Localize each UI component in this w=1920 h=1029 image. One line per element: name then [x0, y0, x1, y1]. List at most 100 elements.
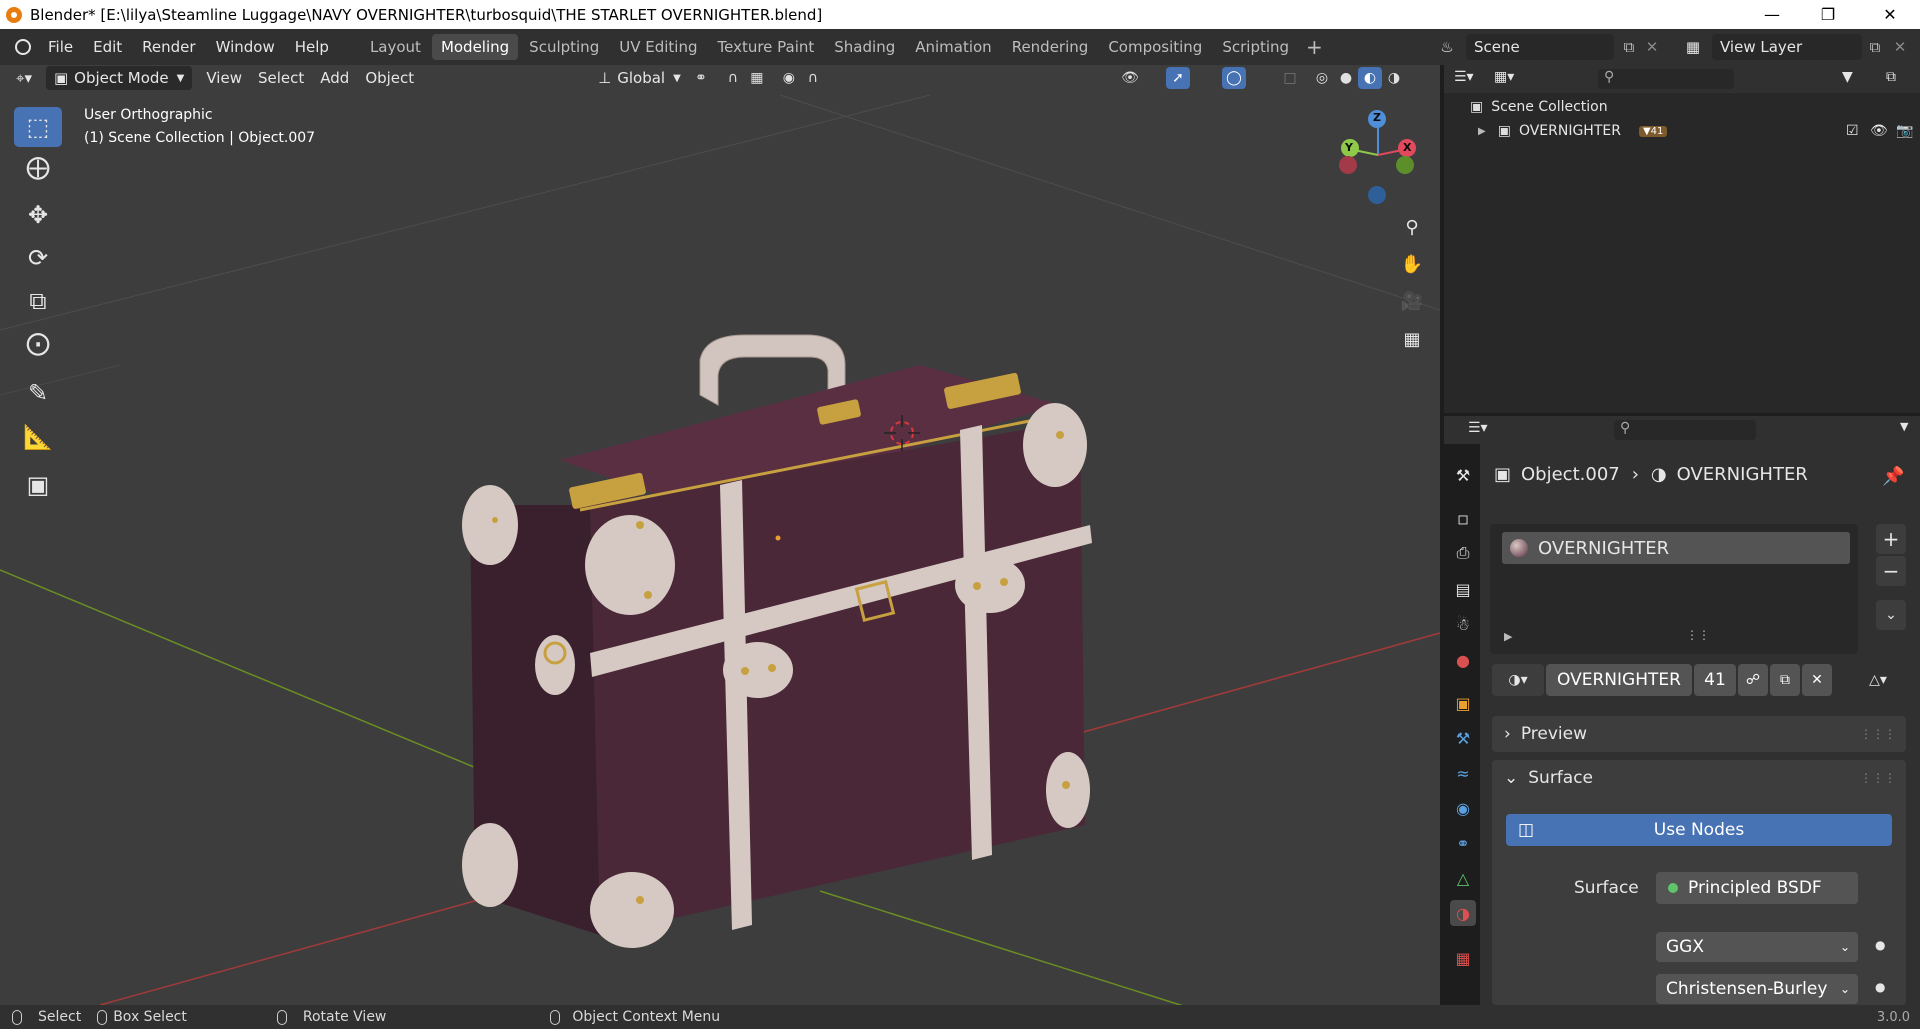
drag-handle-icon[interactable]: ⋮⋮⋮ — [1860, 727, 1896, 741]
properties-search-input[interactable]: ⚲ — [1614, 420, 1756, 440]
scene-name-field[interactable]: Scene — [1466, 34, 1614, 60]
menu-object[interactable]: Object — [357, 66, 422, 90]
tab-uv-editing[interactable]: UV Editing — [610, 34, 706, 60]
3d-viewport[interactable]: Z Y X ⌖▾ ▣ Object Mode ▼ View Select Add… — [0, 65, 1440, 1005]
minimize-button[interactable]: — — [1744, 0, 1800, 29]
view-layer-tab-icon[interactable]: ▤ — [1450, 576, 1476, 602]
subsurface-method-dropdown[interactable]: Christensen-Burley ⌄ — [1656, 974, 1858, 1004]
object-tab-icon[interactable]: ▣ — [1450, 690, 1476, 716]
material-name-field[interactable]: OVERNIGHTER — [1546, 664, 1692, 696]
view-layer-icon[interactable]: ▦ — [1676, 34, 1710, 60]
material-tab-icon[interactable]: ◑ — [1450, 900, 1476, 926]
restore-button[interactable]: ❐ — [1800, 0, 1856, 29]
tool-tab-icon[interactable]: ⚒ — [1450, 462, 1476, 488]
pivot-point-icon[interactable]: ⚭ — [689, 67, 713, 89]
tab-layout[interactable]: Layout — [361, 34, 430, 60]
view-layer-field[interactable]: View Layer — [1712, 34, 1862, 60]
menu-add[interactable]: Add — [312, 66, 357, 90]
scene-selector-icon[interactable]: ♨ — [1430, 34, 1464, 60]
camera-view-icon[interactable]: 🎥 — [1396, 285, 1428, 317]
outliner-row-overnighter[interactable]: ▶ ▣ OVERNIGHTER ▼41 ☑ 👁 📷 — [1444, 119, 1920, 143]
overlay-toggle-icon[interactable]: ◯ — [1222, 67, 1246, 89]
include-checkbox[interactable]: ☑ — [1846, 123, 1859, 139]
rendered-shading-icon[interactable]: ◑ — [1382, 67, 1406, 89]
resize-handle-icon[interactable]: ⋮⋮ — [1686, 628, 1710, 642]
material-preview-icon[interactable]: ◐ — [1358, 67, 1382, 89]
chevron-down-icon[interactable]: ▼ — [1900, 420, 1908, 433]
proportional-edit-icon[interactable]: ◉ — [777, 67, 801, 89]
unlink-material-icon[interactable]: ✕ — [1802, 664, 1832, 696]
surface-shader-selector[interactable]: Principled BSDF — [1656, 872, 1858, 904]
measure-tool[interactable]: 📐 — [14, 417, 62, 457]
tab-compositing[interactable]: Compositing — [1099, 34, 1211, 60]
tab-sculpting[interactable]: Sculpting — [520, 34, 608, 60]
preview-panel-header[interactable]: › Preview ⋮⋮⋮ — [1492, 716, 1906, 752]
menu-render[interactable]: Render — [132, 38, 205, 56]
output-tab-icon[interactable]: ⎙ — [1450, 540, 1476, 566]
close-button[interactable]: ✕ — [1862, 0, 1918, 29]
expand-arrow-icon[interactable]: ▶ — [1504, 630, 1512, 643]
particles-tab-icon[interactable]: ≈ — [1450, 760, 1476, 786]
socket-dot-icon[interactable]: ● — [1875, 980, 1885, 994]
falloff-icon[interactable]: ∩ — [801, 67, 825, 89]
menu-help[interactable]: Help — [285, 38, 339, 56]
move-tool[interactable]: ✥ — [14, 195, 62, 235]
new-collection-icon[interactable]: ⧉ — [1886, 69, 1910, 89]
mode-selector[interactable]: ▣ Object Mode ▼ — [45, 66, 193, 90]
select-box-tool[interactable]: ⬚ — [14, 107, 62, 147]
material-users-count[interactable]: 41 — [1694, 664, 1736, 696]
menu-edit[interactable]: Edit — [83, 38, 132, 56]
remove-slot-button[interactable]: − — [1876, 556, 1906, 586]
blender-menu-icon[interactable] — [8, 39, 38, 55]
duplicate-material-icon[interactable]: ⧉ — [1770, 664, 1800, 696]
xray-toggle-icon[interactable]: □ — [1278, 67, 1302, 89]
pin-icon[interactable]: 📌 — [1882, 466, 1904, 487]
tab-rendering[interactable]: Rendering — [1003, 34, 1098, 60]
material-slot-item[interactable]: OVERNIGHTER — [1502, 532, 1850, 564]
add-cube-tool[interactable]: ▣ — [14, 465, 62, 505]
display-mode-icon[interactable]: ▦▾ — [1494, 69, 1524, 89]
rotate-tool[interactable]: ⟳ — [14, 238, 62, 278]
filter-icon[interactable]: ▼ — [1842, 69, 1876, 89]
render-tab-icon[interactable]: ◽ — [1450, 505, 1476, 531]
browse-material-button[interactable]: ◑▾ — [1492, 664, 1544, 696]
wireframe-shading-icon[interactable]: ◎ — [1310, 67, 1334, 89]
link-data-icon[interactable]: △▾ — [1850, 664, 1906, 696]
menu-view[interactable]: View — [198, 66, 250, 90]
tab-modeling[interactable]: Modeling — [431, 34, 519, 60]
zoom-icon[interactable]: ⚲ — [1396, 211, 1428, 243]
menu-file[interactable]: File — [38, 38, 83, 56]
data-tab-icon[interactable]: △ — [1450, 865, 1476, 891]
menu-window[interactable]: Window — [206, 38, 285, 56]
snap-icon[interactable]: ∩ — [721, 67, 745, 89]
delete-scene-icon[interactable]: ✕ — [1642, 34, 1662, 60]
gizmo-toggle-icon[interactable]: ➚ — [1166, 67, 1190, 89]
texture-tab-icon[interactable]: ▦ — [1450, 945, 1476, 971]
pan-hand-icon[interactable]: ✋ — [1396, 248, 1428, 280]
eye-icon[interactable]: 👁 — [1870, 123, 1888, 139]
scale-tool[interactable]: ⧉ — [14, 281, 62, 321]
delete-view-layer-icon[interactable]: ✕ — [1890, 34, 1910, 60]
physics-tab-icon[interactable]: ◉ — [1450, 795, 1476, 821]
solid-shading-icon[interactable]: ● — [1334, 67, 1358, 89]
tab-texture-paint[interactable]: Texture Paint — [708, 34, 823, 60]
scene-tab-icon[interactable]: ☃ — [1450, 611, 1476, 637]
properties-editor-type-icon[interactable]: ☰▾ — [1468, 420, 1498, 440]
add-workspace-button[interactable]: + — [1300, 35, 1329, 59]
add-slot-button[interactable]: + — [1876, 524, 1906, 554]
slot-menu-button[interactable]: ⌄ — [1876, 600, 1906, 630]
tab-scripting[interactable]: Scripting — [1213, 34, 1298, 60]
constraints-tab-icon[interactable]: ⚭ — [1450, 830, 1476, 856]
new-scene-icon[interactable]: ⧉ — [1618, 34, 1640, 60]
cursor-tool[interactable]: ⨁ — [14, 147, 62, 187]
ortho-toggle-icon[interactable]: ▦ — [1396, 323, 1428, 355]
visibility-icon[interactable]: 👁 — [1118, 67, 1142, 89]
distribution-dropdown[interactable]: GGX ⌄ — [1656, 932, 1858, 962]
drag-handle-icon[interactable]: ⋮⋮⋮ — [1860, 771, 1896, 785]
tab-animation[interactable]: Animation — [906, 34, 1000, 60]
use-nodes-button[interactable]: ◫ Use Nodes — [1506, 814, 1892, 846]
new-view-layer-icon[interactable]: ⧉ — [1864, 34, 1886, 60]
transform-tool[interactable]: ⨀ — [14, 323, 62, 363]
menu-select[interactable]: Select — [250, 66, 312, 90]
camera-icon[interactable]: 📷 — [1896, 123, 1913, 139]
